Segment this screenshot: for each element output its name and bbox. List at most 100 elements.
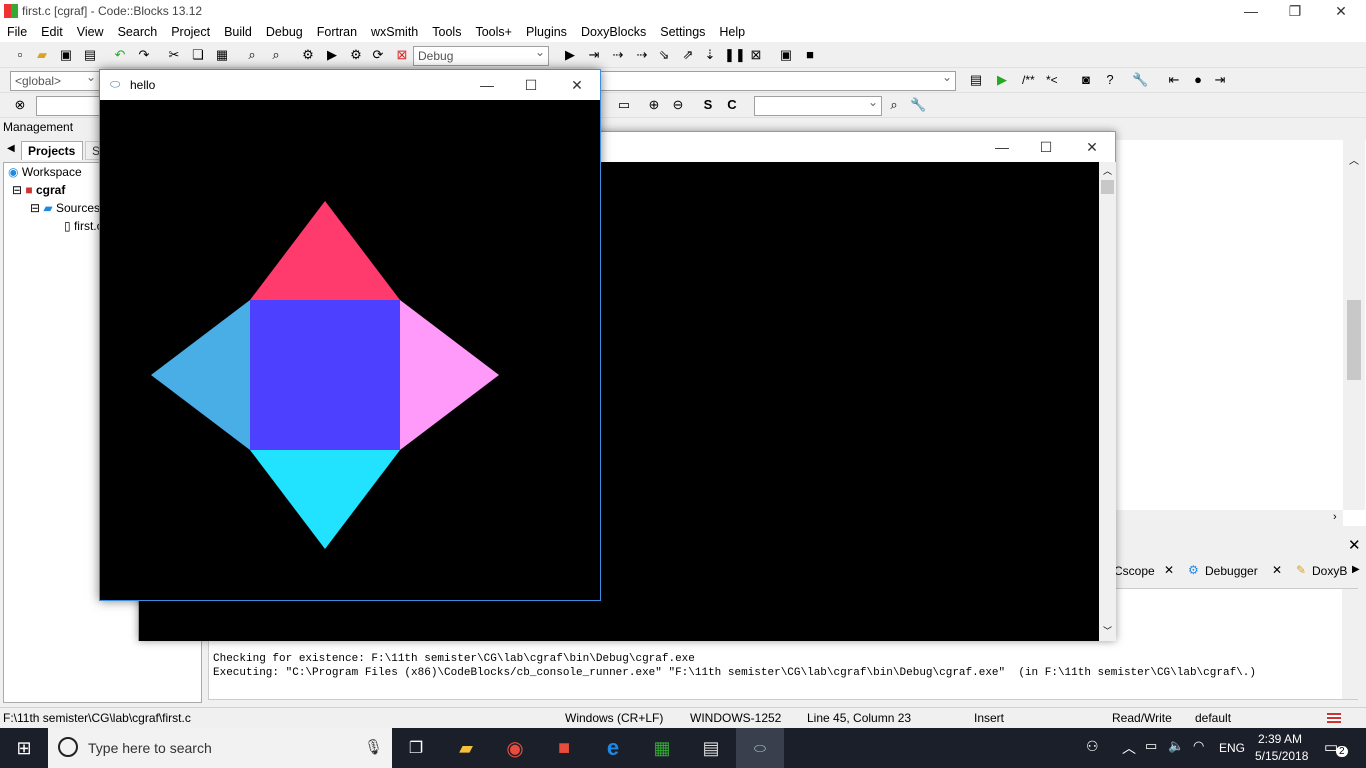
tab-projects[interactable]: Projects xyxy=(21,141,83,160)
editor-vscrollbar[interactable]: ︿ xyxy=(1343,140,1365,510)
tree-sources[interactable]: ⊟ ▰ Sources xyxy=(30,201,100,215)
tab-cscope-close-icon[interactable]: ✕ xyxy=(1164,563,1174,577)
hello-title-bar[interactable]: ⬭ hello — ☐ ✕ xyxy=(100,70,600,100)
doxy-help-icon[interactable]: ? xyxy=(1102,72,1118,88)
stop-debug-icon[interactable]: ⊠ xyxy=(748,47,764,63)
show-hidden-icons[interactable]: ︿ xyxy=(1122,738,1136,758)
scroll-up-icon[interactable]: ︿ xyxy=(1103,164,1112,177)
doxy-extract-icon[interactable]: ▶ xyxy=(994,72,1010,88)
logs-close-icon[interactable]: ✕ xyxy=(1348,536,1361,554)
tools-wrench-icon[interactable]: 🔧 xyxy=(1132,72,1148,88)
function-select[interactable] xyxy=(600,70,956,91)
save-all-icon[interactable]: ▤ xyxy=(82,47,98,63)
people-icon[interactable]: ⚇ xyxy=(1086,738,1099,755)
step-out-icon[interactable]: ⇗ xyxy=(680,47,696,63)
build-icon[interactable]: ⚙ xyxy=(300,47,316,63)
replace-icon[interactable]: ⌕ xyxy=(268,47,284,63)
close-button[interactable]: ✕ xyxy=(1318,0,1364,22)
hello-taskbar-icon[interactable]: ⬭ xyxy=(736,728,784,768)
scroll-thumb[interactable] xyxy=(1101,180,1114,194)
tab-doxyblocks[interactable]: DoxyB xyxy=(1312,564,1347,578)
volume-icon[interactable]: 🔈 xyxy=(1168,738,1184,754)
menu-fortran[interactable]: Fortran xyxy=(310,25,364,39)
rebuild-icon[interactable]: ⟳ xyxy=(370,47,386,63)
tab-scroll-left-icon[interactable]: ◀ xyxy=(7,143,15,154)
console-close-button[interactable]: ✕ xyxy=(1069,136,1115,158)
menu-search[interactable]: Search xyxy=(111,25,165,39)
clear-search-icon[interactable]: ⊗ xyxy=(12,97,28,113)
console-minimize-button[interactable]: — xyxy=(979,136,1025,158)
minimize-button[interactable]: — xyxy=(1228,0,1274,22)
clock-time[interactable]: 2:39 AM xyxy=(1258,732,1302,746)
run-to-cursor-icon[interactable]: ⇥ xyxy=(586,47,602,63)
menu-debug[interactable]: Debug xyxy=(259,25,310,39)
menu-edit[interactable]: Edit xyxy=(34,25,70,39)
restore-button[interactable]: ❐ xyxy=(1272,0,1318,22)
hello-close-button[interactable]: ✕ xyxy=(554,74,600,96)
scroll-up-icon[interactable]: ︿ xyxy=(1349,152,1359,167)
abort-icon[interactable]: ⊠ xyxy=(394,47,410,63)
log-vscrollbar[interactable] xyxy=(1342,589,1358,699)
next-line-icon[interactable]: ⇢ xyxy=(610,47,626,63)
menu-plugins[interactable]: Plugins xyxy=(519,25,574,39)
zoom-out-icon[interactable]: ⊖ xyxy=(670,97,686,113)
scroll-thumb[interactable] xyxy=(1347,300,1361,380)
menu-wxsmith[interactable]: wxSmith xyxy=(364,25,425,39)
tab-scroll-right-icon[interactable]: ▶ xyxy=(1352,564,1360,575)
start-button[interactable]: ⊞ xyxy=(0,728,48,768)
search-text-input[interactable] xyxy=(36,96,100,116)
hello-minimize-button[interactable]: — xyxy=(464,74,510,96)
undo-icon[interactable]: ↶ xyxy=(112,47,128,63)
editor-area[interactable]: ︿ › xyxy=(1110,140,1366,526)
taskbar-search[interactable]: Type here to search 🎙 xyxy=(48,728,392,768)
menu-settings[interactable]: Settings xyxy=(653,25,712,39)
search-go-icon[interactable]: ⌕ xyxy=(886,97,902,113)
redo-icon[interactable]: ↷ xyxy=(136,47,152,63)
menu-project[interactable]: Project xyxy=(164,25,217,39)
wifi-icon[interactable]: ◠ xyxy=(1193,738,1204,754)
tree-workspace[interactable]: ◉ Workspace xyxy=(8,165,82,179)
sort-s-icon[interactable]: S xyxy=(700,97,716,113)
select-icon[interactable]: ▭ xyxy=(616,97,632,113)
debug-continue-icon[interactable]: ▶ xyxy=(562,47,578,63)
cut-icon[interactable]: ✂ xyxy=(166,47,182,63)
tree-project-cgraf[interactable]: ⊟ ■ cgraf xyxy=(12,183,65,197)
build-run-icon[interactable]: ⚙ xyxy=(348,47,364,63)
step-instruction-icon[interactable]: ⇣ xyxy=(702,47,718,63)
new-file-icon[interactable]: ▫ xyxy=(12,47,28,63)
step-into-icon[interactable]: ⇘ xyxy=(656,47,672,63)
tab-debugger-close-icon[interactable]: ✕ xyxy=(1272,563,1282,577)
battery-icon[interactable]: ▭ xyxy=(1145,738,1157,754)
file-explorer-icon[interactable]: ▰ xyxy=(442,728,490,768)
doxy-line-comment-button[interactable]: *< xyxy=(1046,73,1058,87)
debug-info-icon[interactable]: ■ xyxy=(802,47,818,63)
doxy-block-comment-button[interactable]: /** xyxy=(1022,73,1035,87)
console-maximize-button[interactable]: ☐ xyxy=(1023,136,1069,158)
case-c-icon[interactable]: C xyxy=(724,97,740,113)
task-view-icon[interactable]: ❐ xyxy=(392,728,440,768)
search-settings-icon[interactable]: 🔧 xyxy=(910,97,926,113)
next-instruction-icon[interactable]: ⇢ xyxy=(634,47,650,63)
console-scrollbar[interactable]: ︿ ﹀ xyxy=(1099,162,1116,641)
bookmark-toggle-icon[interactable]: ● xyxy=(1190,72,1206,88)
open-file-icon[interactable]: ▰ xyxy=(34,47,50,63)
menu-tools[interactable]: Tools xyxy=(425,25,468,39)
menu-tools-plus[interactable]: Tools+ xyxy=(468,25,518,39)
menu-view[interactable]: View xyxy=(70,25,111,39)
editor-hscrollbar[interactable]: › xyxy=(1111,510,1343,526)
hello-window[interactable]: ⬭ hello — ☐ ✕ xyxy=(99,69,601,601)
build-target-select[interactable]: Debug xyxy=(413,45,549,66)
doxy-html-icon[interactable]: ◙ xyxy=(1078,72,1094,88)
find-icon[interactable]: ⌕ xyxy=(244,47,260,63)
chrome-icon[interactable]: ◉ xyxy=(491,728,539,768)
tree-file-first-c[interactable]: ▯ first.c xyxy=(64,219,103,233)
debug-windows-icon[interactable]: ▣ xyxy=(778,47,794,63)
clock-date[interactable]: 5/15/2018 xyxy=(1255,749,1308,763)
search-combo[interactable] xyxy=(754,95,882,116)
tab-cscope[interactable]: Cscope xyxy=(1114,564,1155,578)
menu-file[interactable]: File xyxy=(0,25,34,39)
menu-help[interactable]: Help xyxy=(712,25,752,39)
run-icon[interactable]: ▶ xyxy=(324,47,340,63)
microphone-icon[interactable]: 🎙 xyxy=(364,738,383,756)
hello-maximize-button[interactable]: ☐ xyxy=(508,74,554,96)
